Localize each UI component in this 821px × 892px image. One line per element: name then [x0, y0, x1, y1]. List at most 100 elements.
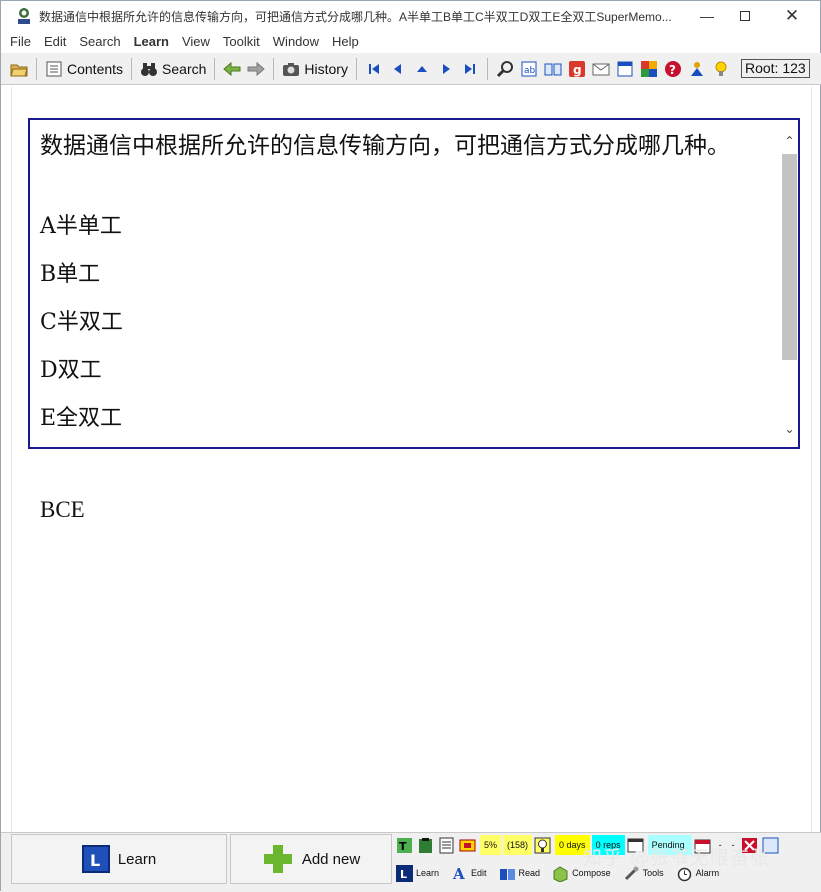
dictionary-button[interactable]: ab	[517, 57, 541, 81]
contents-button[interactable]: Contents	[42, 57, 126, 81]
history-label: History	[304, 60, 348, 77]
lightbulb-icon	[715, 61, 727, 76]
svg-text:ab: ab	[524, 66, 536, 76]
learn-small-icon: L	[396, 864, 413, 882]
learn-button[interactable]: L Learn	[11, 834, 227, 884]
menu-window[interactable]: Window	[273, 34, 319, 49]
option-e: E全双工	[40, 406, 123, 431]
supermemo-window: 数据通信中根据所允许的信息传输方向，可把通信方式分成哪几种。 A半单工 B单工 C半双…	[0, 0, 821, 892]
svg-text:A: A	[452, 865, 465, 882]
google-button[interactable]: g	[565, 57, 589, 81]
arrow-right-icon	[247, 61, 266, 76]
toolbar-separator	[273, 57, 275, 80]
palette-icon	[640, 60, 657, 77]
window-layout-button[interactable]	[613, 57, 637, 81]
question-component[interactable]: 数据通信中根据所允许的信息传输方向，可把通信方式分成哪几种。 A半单工 B单工 …	[28, 118, 800, 449]
maximize-button[interactable]	[722, 1, 768, 31]
history-button[interactable]: History	[279, 57, 351, 81]
up-icon	[416, 65, 427, 72]
learn-button-label: Learn	[117, 850, 157, 868]
root-indicator[interactable]: Root: 123	[740, 59, 810, 78]
previous-icon	[393, 63, 401, 74]
menu-edit[interactable]: Edit	[44, 34, 66, 49]
watermark-text: 知乎 @张爷无限奋张	[583, 847, 771, 869]
lightbulb-icon[interactable]	[534, 837, 551, 854]
camera-icon	[283, 62, 300, 76]
next-icon	[442, 63, 450, 74]
first-element-button[interactable]	[362, 57, 386, 81]
compose-icon	[553, 865, 568, 882]
last-icon	[464, 63, 475, 74]
question-scrollbar[interactable]: ⌃ ⌄	[781, 132, 798, 438]
forward-button[interactable]	[244, 57, 268, 81]
title-bar: 数据通信中根据所允许的信息传输方向，可把通信方式分成哪几种。A半单工B单工C半双…	[1, 1, 820, 31]
close-button[interactable]: ✕	[769, 1, 815, 31]
book-button[interactable]	[541, 57, 565, 81]
menu-search[interactable]: Search	[79, 34, 120, 49]
layout-icon	[617, 61, 633, 76]
find-button[interactable]	[493, 57, 517, 81]
menu-view[interactable]: View	[182, 34, 210, 49]
menu-file[interactable]: File	[10, 34, 31, 49]
mode-read-label: Read	[518, 868, 541, 878]
mode-read[interactable]: Read	[499, 865, 541, 882]
maximize-icon	[740, 11, 750, 21]
menu-help[interactable]: Help	[332, 34, 359, 49]
edit-a-icon: A	[452, 865, 465, 882]
option-c: C半双工	[40, 310, 123, 335]
answer-text[interactable]: BCE	[40, 497, 85, 523]
toolbar-separator	[36, 57, 37, 80]
scroll-up-icon[interactable]: ⌃	[781, 132, 798, 150]
priority-icon[interactable]	[459, 837, 476, 854]
toolbar: Contents Search History ab g ? Root: 123	[1, 53, 821, 85]
toolbar-separator	[355, 57, 357, 80]
topic-icon[interactable]: T	[396, 837, 413, 854]
mode-learn-label: Learn	[416, 868, 440, 878]
contents-label: Contents	[67, 60, 124, 77]
supermemo-app-icon	[18, 8, 30, 24]
search-label: Search	[162, 60, 207, 77]
mail-button[interactable]	[589, 57, 613, 81]
toolbar-separator	[131, 57, 133, 80]
parent-element-button[interactable]	[410, 57, 434, 81]
document-icon[interactable]	[438, 837, 455, 854]
menu-learn[interactable]: Learn	[134, 34, 169, 49]
person-icon	[690, 61, 703, 76]
mode-learn[interactable]: L Learn	[396, 864, 440, 882]
last-element-button[interactable]	[458, 57, 482, 81]
help-button[interactable]: ?	[661, 57, 685, 81]
open-folder-icon	[10, 64, 28, 76]
svg-text:L: L	[400, 868, 407, 881]
outstanding-count: (158)	[503, 835, 533, 855]
first-icon	[368, 63, 379, 74]
read-book-icon	[499, 868, 515, 880]
element-window: 数据通信中根据所允许的信息传输方向，可把通信方式分成哪几种。 A半单工 B单工 …	[11, 87, 812, 832]
add-new-label: Add new	[301, 850, 361, 868]
search-button[interactable]: Search	[137, 57, 209, 81]
book-icon	[544, 63, 562, 75]
close-icon: ✕	[784, 6, 800, 25]
magnifier-icon	[496, 60, 513, 77]
mode-edit-label: Edit	[471, 868, 487, 878]
svg-text:L: L	[90, 851, 100, 870]
open-folder-button[interactable]	[7, 57, 31, 81]
mode-edit[interactable]: A Edit	[451, 865, 487, 882]
plus-icon	[263, 845, 292, 873]
back-button[interactable]	[220, 57, 244, 81]
previous-element-button[interactable]	[386, 57, 410, 81]
clipboard-icon[interactable]	[417, 837, 434, 854]
add-new-button[interactable]: Add new	[230, 834, 392, 884]
scroll-thumb[interactable]	[782, 154, 797, 360]
svg-text:g: g	[573, 63, 582, 77]
mail-icon	[592, 63, 610, 75]
arrow-left-icon	[223, 61, 241, 76]
svg-text:T: T	[399, 840, 407, 853]
scroll-down-icon[interactable]: ⌄	[781, 420, 798, 438]
binoculars-icon	[141, 62, 158, 76]
dictionary-icon: ab	[521, 61, 537, 76]
mercury-button[interactable]	[685, 57, 709, 81]
menu-toolkit[interactable]: Toolkit	[223, 34, 260, 49]
tip-button[interactable]	[709, 57, 733, 81]
color-palette-button[interactable]	[637, 57, 661, 81]
next-element-button[interactable]	[434, 57, 458, 81]
